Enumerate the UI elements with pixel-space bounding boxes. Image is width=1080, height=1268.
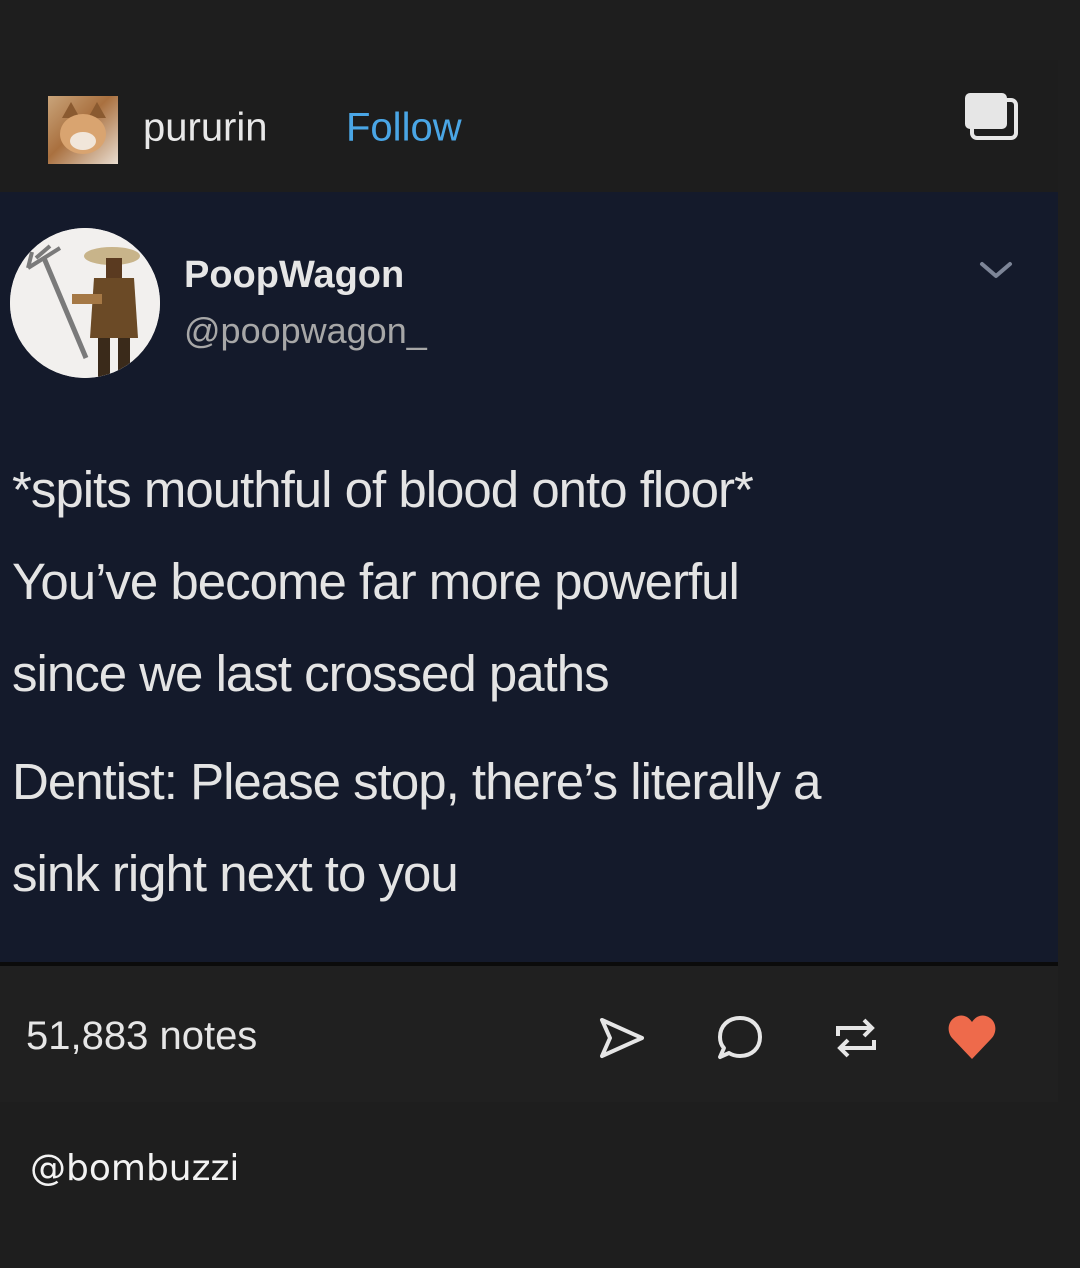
copy-icon[interactable] [962,90,1020,142]
tweet-text-line: Dentist: Please stop, there’s literally … [12,753,821,810]
tumblr-post-card: pururin Follow PoopWagon @poopwagon_ *sp… [0,60,1058,1102]
chevron-down-icon[interactable] [978,258,1014,282]
tweet-text-line: You’ve become far more powerful [12,553,740,610]
embedded-tweet: PoopWagon @poopwagon_ *spits mouthful of… [0,192,1058,962]
tweet-text-line: *spits mouthful of blood onto floor* [12,461,754,518]
reblog-icon[interactable] [830,1012,882,1064]
post-footer: 51,883 notes [0,966,1058,1102]
tweet-display-name[interactable]: PoopWagon [184,254,404,297]
share-icon[interactable] [596,1012,648,1064]
tweet-text-line: sink right next to you [12,845,459,902]
tweet-text-line: since we last crossed paths [12,645,610,702]
tweet-avatar[interactable] [10,228,160,378]
author-username[interactable]: pururin [143,106,268,151]
page: pururin Follow PoopWagon @poopwagon_ *sp… [0,0,1080,1268]
post-header: pururin Follow [0,60,1058,192]
watermark: @bombuzzi [30,1148,240,1189]
heart-icon[interactable] [946,1012,998,1064]
dog-muzzle [70,132,96,150]
tweet-handle[interactable]: @poopwagon_ [184,310,427,352]
notes-count[interactable]: 51,883 notes [26,1014,257,1059]
reply-icon[interactable] [714,1012,766,1064]
author-avatar[interactable] [48,96,118,164]
follow-button[interactable]: Follow [346,106,462,151]
